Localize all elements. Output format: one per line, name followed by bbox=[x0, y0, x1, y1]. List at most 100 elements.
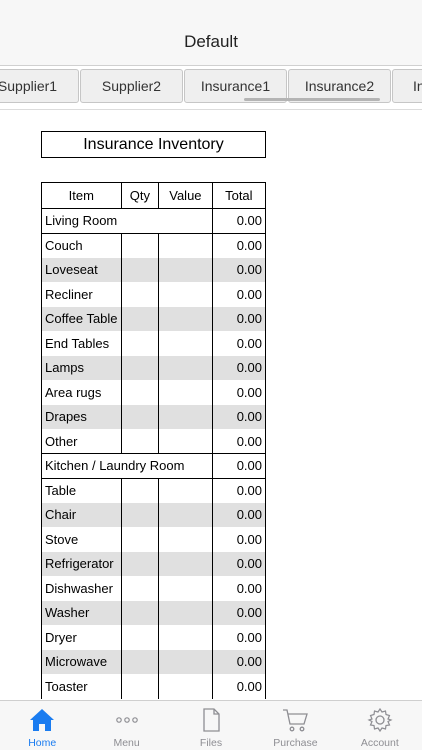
tab-bar-home[interactable]: Home bbox=[0, 701, 84, 750]
cell-value[interactable] bbox=[158, 306, 213, 331]
bottom-tab-bar: Home Menu Files Purchase Account bbox=[0, 700, 422, 750]
table-row[interactable]: Table 0.00 bbox=[41, 478, 267, 503]
tab-supplier1[interactable]: Supplier1 bbox=[0, 69, 79, 103]
table-row[interactable]: Drapes 0.00 bbox=[41, 404, 267, 429]
cell-total: 0.00 bbox=[211, 649, 267, 674]
tab-bar-menu[interactable]: Menu bbox=[84, 701, 168, 750]
cell-value[interactable] bbox=[158, 257, 213, 282]
cell-qty[interactable] bbox=[120, 233, 160, 258]
cell-value[interactable] bbox=[158, 331, 213, 356]
cell-item: Coffee Table bbox=[41, 306, 122, 331]
cell-qty[interactable] bbox=[120, 306, 160, 331]
cell-qty[interactable] bbox=[120, 282, 160, 307]
cell-item: Area rugs bbox=[41, 380, 122, 405]
home-icon bbox=[28, 707, 56, 733]
table-row[interactable]: Coffee Table 0.00 bbox=[41, 306, 267, 331]
table-row[interactable]: Toaster 0.00 bbox=[41, 674, 267, 699]
cell-total: 0.00 bbox=[211, 478, 267, 503]
cell-qty[interactable] bbox=[120, 502, 160, 527]
tab-supplier2[interactable]: Supplier2 bbox=[80, 69, 183, 103]
tab-insurance3[interactable]: Insurance3 bbox=[392, 69, 422, 103]
sheet-tab-strip[interactable]: Supplier1 Supplier2 Insurance1 Insurance… bbox=[0, 66, 422, 110]
cell-qty[interactable] bbox=[120, 527, 160, 552]
cell-value[interactable] bbox=[158, 404, 213, 429]
table-row[interactable]: Area rugs 0.00 bbox=[41, 380, 267, 405]
table-row[interactable]: Chair 0.00 bbox=[41, 502, 267, 527]
cell-value[interactable] bbox=[158, 355, 213, 380]
cell-qty[interactable] bbox=[120, 674, 160, 699]
table-row[interactable]: Refrigerator 0.00 bbox=[41, 551, 267, 576]
tab-bar-account[interactable]: Account bbox=[338, 701, 422, 750]
section-label: Living Room bbox=[41, 208, 213, 234]
table-header-row: Item Qty Value Total bbox=[41, 182, 267, 209]
cell-qty[interactable] bbox=[120, 429, 160, 454]
cell-value[interactable] bbox=[158, 551, 213, 576]
table-row[interactable]: Stove 0.00 bbox=[41, 527, 267, 552]
cell-qty[interactable] bbox=[120, 257, 160, 282]
table-row[interactable]: Couch 0.00 bbox=[41, 233, 267, 258]
gear-icon bbox=[366, 707, 394, 733]
tab-bar-files[interactable]: Files bbox=[169, 701, 253, 750]
table-row[interactable]: Other 0.00 bbox=[41, 429, 267, 454]
table-row[interactable]: Recliner 0.00 bbox=[41, 282, 267, 307]
cell-total: 0.00 bbox=[211, 257, 267, 282]
table-row[interactable]: Washer 0.00 bbox=[41, 600, 267, 625]
table-row[interactable]: Dryer 0.00 bbox=[41, 625, 267, 650]
cell-total: 0.00 bbox=[211, 502, 267, 527]
cell-item: Dryer bbox=[41, 625, 122, 650]
cell-qty[interactable] bbox=[120, 625, 160, 650]
table-row[interactable]: Loveseat 0.00 bbox=[41, 257, 267, 282]
cell-total: 0.00 bbox=[211, 208, 267, 234]
cell-total: 0.00 bbox=[211, 380, 267, 405]
cell-qty[interactable] bbox=[120, 600, 160, 625]
file-icon bbox=[197, 707, 225, 733]
table-row[interactable]: Lamps 0.00 bbox=[41, 355, 267, 380]
cell-value[interactable] bbox=[158, 502, 213, 527]
cell-value[interactable] bbox=[158, 527, 213, 552]
cell-item: Table bbox=[41, 478, 122, 503]
cell-total: 0.00 bbox=[211, 306, 267, 331]
cell-qty[interactable] bbox=[120, 404, 160, 429]
table-row[interactable]: Microwave 0.00 bbox=[41, 649, 267, 674]
cell-item: Couch bbox=[41, 233, 122, 258]
cell-total: 0.00 bbox=[211, 404, 267, 429]
cell-qty[interactable] bbox=[120, 380, 160, 405]
cell-total: 0.00 bbox=[211, 527, 267, 552]
cell-qty[interactable] bbox=[120, 649, 160, 674]
cell-value[interactable] bbox=[158, 478, 213, 503]
cell-item: Stove bbox=[41, 527, 122, 552]
cell-value[interactable] bbox=[158, 282, 213, 307]
cell-item: Microwave bbox=[41, 649, 122, 674]
table-row[interactable]: Dishwasher 0.00 bbox=[41, 576, 267, 601]
cell-qty[interactable] bbox=[120, 478, 160, 503]
cell-qty[interactable] bbox=[120, 551, 160, 576]
cell-total: 0.00 bbox=[211, 331, 267, 356]
cell-value[interactable] bbox=[158, 429, 213, 454]
page-title: Default bbox=[184, 32, 238, 51]
cell-value[interactable] bbox=[158, 576, 213, 601]
tab-bar-label: Menu bbox=[113, 737, 140, 749]
cart-icon bbox=[281, 707, 309, 733]
cell-item: Drapes bbox=[41, 404, 122, 429]
cell-qty[interactable] bbox=[120, 576, 160, 601]
cell-qty[interactable] bbox=[120, 331, 160, 356]
cell-value[interactable] bbox=[158, 233, 213, 258]
tab-bar-label: Purchase bbox=[273, 737, 318, 749]
cell-value[interactable] bbox=[158, 380, 213, 405]
cell-qty[interactable] bbox=[120, 355, 160, 380]
tab-bar-label: Account bbox=[360, 737, 399, 749]
cell-value[interactable] bbox=[158, 674, 213, 699]
horizontal-scroll-indicator[interactable] bbox=[244, 98, 380, 101]
column-header-total: Total bbox=[211, 182, 267, 209]
table-row[interactable]: End Tables 0.00 bbox=[41, 331, 267, 356]
cell-item: Refrigerator bbox=[41, 551, 122, 576]
cell-item: Dishwasher bbox=[41, 576, 122, 601]
cell-value[interactable] bbox=[158, 600, 213, 625]
cell-value[interactable] bbox=[158, 649, 213, 674]
cell-value[interactable] bbox=[158, 625, 213, 650]
table-section-row[interactable]: Kitchen / Laundry Room 0.00 bbox=[41, 453, 267, 479]
sheet-title-box: Insurance Inventory bbox=[41, 131, 266, 158]
cell-item: Toaster bbox=[41, 674, 122, 699]
tab-bar-purchase[interactable]: Purchase bbox=[253, 701, 337, 750]
table-section-row[interactable]: Living Room 0.00 bbox=[41, 208, 267, 234]
